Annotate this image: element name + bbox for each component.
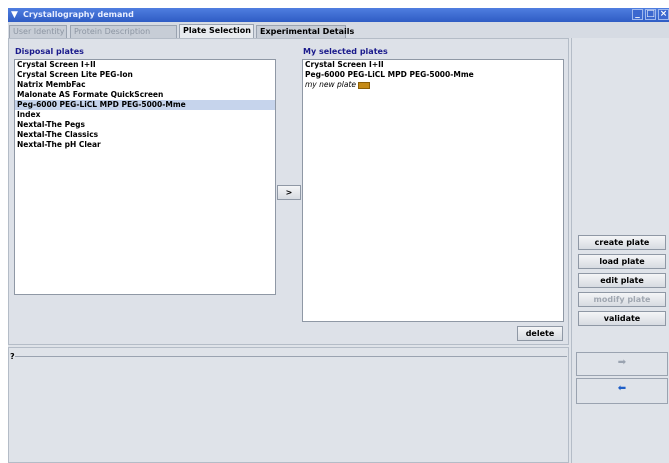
create-plate-button[interactable]: create plate [578, 235, 666, 250]
arrow-right-icon: ➡ [617, 357, 627, 368]
tab-user-identity[interactable]: User Identity [9, 25, 67, 38]
maximize-button[interactable]: □ [645, 9, 656, 20]
help-divider [15, 356, 567, 357]
list-item-selected[interactable]: Peg-6000 PEG-LiCL MPD PEG-5000-Mme [15, 100, 275, 110]
edit-plate-button[interactable]: edit plate [578, 273, 666, 288]
next-button[interactable]: ➡ [576, 352, 668, 376]
list-item[interactable]: Peg-6000 PEG-LiCL MPD PEG-5000-Mme [303, 70, 563, 80]
minimize-button[interactable]: _ [632, 9, 643, 20]
tab-plate-selection[interactable]: Plate Selection [179, 24, 254, 38]
load-plate-button[interactable]: load plate [578, 254, 666, 269]
title-bar: ▼ Crystallography demand _ □ × [8, 8, 669, 22]
back-button[interactable]: ⬅ [576, 378, 668, 404]
tab-bar: User Identity Protein Description Plate … [8, 22, 669, 38]
app-window: ▼ Crystallography demand _ □ × User Iden… [0, 0, 669, 463]
list-item[interactable]: my new plate [303, 80, 563, 90]
plate-selection-panel: Disposal plates Crystal Screen I+II Crys… [8, 38, 569, 345]
chevron-down-icon[interactable]: ▼ [11, 10, 21, 20]
validate-button[interactable]: validate [578, 311, 666, 326]
list-item[interactable]: Crystal Screen I+II [303, 60, 563, 70]
window-title: Crystallography demand [23, 10, 134, 19]
modify-plate-button[interactable]: modify plate [578, 292, 666, 307]
tab-experimental-details[interactable]: Experimental Details [256, 25, 354, 38]
list-item[interactable]: Crystal Screen I+II [15, 60, 275, 70]
list-item[interactable]: Natrix MembFac [15, 80, 275, 90]
list-item[interactable]: Nextal-The Pegs [15, 120, 275, 130]
arrow-left-icon: ⬅ [617, 383, 627, 394]
help-legend: ? [10, 352, 15, 361]
selected-plates-list[interactable]: Crystal Screen I+II Peg-6000 PEG-LiCL MP… [302, 59, 564, 322]
content-area: Disposal plates Crystal Screen I+II Crys… [8, 38, 669, 463]
tab-protein-description[interactable]: Protein Description [70, 25, 177, 38]
edit-badge-icon [358, 81, 371, 89]
close-button[interactable]: × [658, 9, 669, 20]
selected-plates-label: My selected plates [303, 47, 388, 56]
list-item[interactable]: Crystal Screen Lite PEG-Ion [15, 70, 275, 80]
list-item-label: my new plate [305, 80, 357, 89]
list-item[interactable]: Nextal-The Classics [15, 130, 275, 140]
help-panel: ? [8, 347, 569, 463]
list-item[interactable]: Malonate AS Formate QuickScreen [15, 90, 275, 100]
disposal-plates-list[interactable]: Crystal Screen I+II Crystal Screen Lite … [14, 59, 276, 295]
disposal-plates-label: Disposal plates [15, 47, 84, 56]
add-plate-button[interactable]: > [277, 185, 301, 200]
plate-actions-sidebar: create plate load plate edit plate modif… [571, 38, 669, 463]
list-item[interactable]: Nextal-The pH Clear [15, 140, 275, 150]
delete-button[interactable]: delete [517, 326, 563, 341]
list-item[interactable]: Index [15, 110, 275, 120]
